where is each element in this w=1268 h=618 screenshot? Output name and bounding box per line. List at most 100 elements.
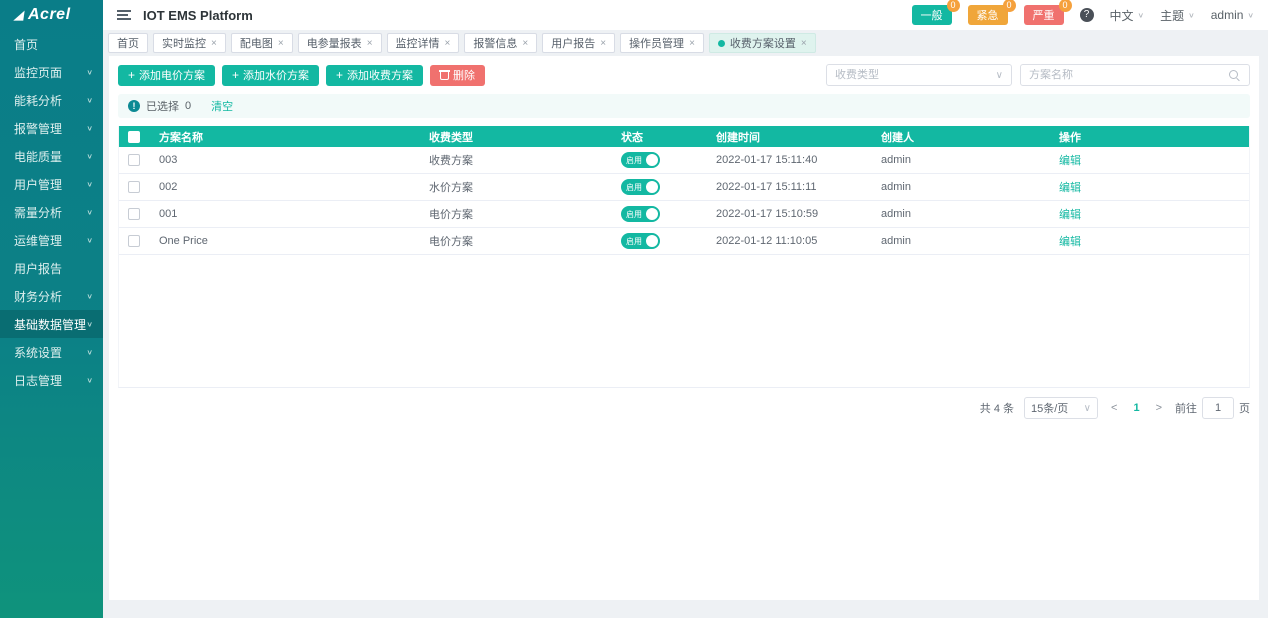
page-title: IOT EMS Platform — [143, 7, 253, 23]
sidebar-item-log-management[interactable]: 日志管理 ∨ — [0, 366, 103, 394]
pagination: 共 4 条 15条/页∨ < 1 > 前往 页 — [118, 397, 1250, 419]
current-page[interactable]: 1 — [1130, 402, 1142, 414]
chevron-down-icon: ∨ — [86, 95, 93, 104]
logo: ◢ Acrel — [0, 0, 103, 30]
plus-icon: + — [232, 68, 240, 82]
table-row: 001 电价方案 启用 2022-01-17 15:10:59 admin 编辑 — [119, 201, 1249, 228]
edit-link[interactable]: 编辑 — [1059, 155, 1081, 167]
charge-type-input[interactable] — [835, 69, 996, 81]
sidebar-item-user-management[interactable]: 用户管理 ∨ — [0, 170, 103, 198]
chevron-down-icon: ∨ — [86, 207, 93, 216]
row-checkbox[interactable] — [128, 235, 140, 247]
sidebar-item-user-report[interactable]: 用户报告 — [0, 254, 103, 282]
logo-text: Acrel — [28, 6, 71, 23]
page-size-select[interactable]: 15条/页 ∨ — [1024, 397, 1098, 419]
created-time: 2022-01-17 15:11:11 — [716, 181, 817, 193]
close-icon[interactable]: × — [689, 38, 695, 49]
sidebar-item-demand-analysis[interactable]: 需量分析 ∨ — [0, 198, 103, 226]
select-all-checkbox[interactable] — [128, 130, 140, 143]
page-suffix: 页 — [1239, 403, 1250, 415]
edit-link[interactable]: 编辑 — [1059, 209, 1081, 221]
info-icon: ! — [128, 100, 140, 112]
language-selector[interactable]: 中文 ∨ — [1110, 7, 1145, 24]
trash-icon — [439, 70, 451, 80]
tab-realtime-monitor[interactable]: 实时监控 × — [153, 33, 226, 53]
scheme-table: 方案名称 收费类型 状态 创建时间 创建人 操作 003 收费方案 启用 202… — [118, 126, 1250, 388]
goto-label: 前往 — [1175, 403, 1197, 415]
chevron-down-icon: ∨ — [86, 291, 93, 300]
column-header-name: 方案名称 — [159, 131, 203, 144]
top-bar: IOT EMS Platform 一般 0 紧急 0 严重 0 ? 中文 ∨ 主题 ∨ a… — [103, 0, 1268, 30]
alarm-badge-general[interactable]: 一般 0 — [911, 0, 960, 25]
acrel-logo-icon: ◢ — [13, 7, 26, 22]
chevron-down-icon: ∨ — [86, 151, 93, 160]
sidebar-item-system-settings[interactable]: 系统设置 ∨ — [0, 338, 103, 366]
tab-home[interactable]: 首页 — [108, 33, 148, 53]
theme-selector[interactable]: 主题 ∨ — [1160, 7, 1195, 24]
chevron-down-icon: ∨ — [1247, 10, 1254, 19]
table-row: One Price 电价方案 启用 2022-01-12 11:10:05 ad… — [119, 228, 1249, 255]
close-icon[interactable]: × — [445, 38, 451, 49]
close-icon[interactable]: × — [211, 38, 217, 49]
alarm-badge-urgent[interactable]: 紧急 0 — [967, 0, 1016, 25]
delete-button[interactable]: 删除 — [430, 64, 486, 86]
status-toggle[interactable]: 启用 — [621, 152, 660, 168]
scheme-name-input[interactable] — [1029, 69, 1227, 81]
status-toggle[interactable]: 启用 — [621, 206, 660, 222]
tab-alarm-info[interactable]: 报警信息 × — [464, 33, 538, 53]
clear-selection-link[interactable]: 清空 — [211, 98, 233, 114]
sidebar-item-energy-analysis[interactable]: 能耗分析 ∨ — [0, 86, 103, 114]
main-area: IOT EMS Platform 一般 0 紧急 0 严重 0 ? 中文 ∨ 主题 ∨ a… — [103, 0, 1268, 618]
sidebar-item-monitor-pages[interactable]: 监控页面 ∨ — [0, 58, 103, 86]
tab-operator-management[interactable]: 操作员管理 × — [620, 33, 704, 53]
row-checkbox[interactable] — [128, 208, 140, 220]
row-checkbox[interactable] — [128, 154, 140, 166]
edit-link[interactable]: 编辑 — [1059, 182, 1081, 194]
charge-type: 水价方案 — [429, 182, 473, 194]
creator: admin — [881, 154, 911, 166]
alarm-count-badge: 0 — [1058, 0, 1072, 12]
chevron-down-icon: ∨ — [86, 347, 93, 356]
created-time: 2022-01-12 11:10:05 — [716, 235, 818, 247]
status-toggle[interactable]: 启用 — [621, 233, 660, 249]
prev-page-button[interactable]: < — [1108, 402, 1120, 414]
charge-type: 电价方案 — [429, 209, 473, 221]
scheme-name: 002 — [159, 181, 178, 193]
sidebar-item-alarm-management[interactable]: 报警管理 ∨ — [0, 114, 103, 142]
sidebar-item-power-quality[interactable]: 电能质量 ∨ — [0, 142, 103, 170]
search-icon[interactable] — [1227, 68, 1241, 82]
tab-monitor-detail[interactable]: 监控详情 × — [386, 33, 460, 53]
sidebar-item-ops-management[interactable]: 运维管理 ∨ — [0, 226, 103, 254]
tab-distribution-diagram[interactable]: 配电图 × — [230, 33, 293, 53]
chevron-down-icon: ∨ — [1137, 10, 1145, 19]
tab-meter-report[interactable]: 电参量报表 × — [297, 33, 382, 53]
close-icon[interactable]: × — [367, 38, 373, 49]
close-icon[interactable]: × — [801, 38, 807, 49]
sidebar-item-financial-analysis[interactable]: 财务分析 ∨ — [0, 282, 103, 310]
row-checkbox[interactable] — [128, 181, 140, 193]
help-icon[interactable]: ? — [1079, 8, 1094, 22]
column-header-status: 状态 — [621, 131, 643, 144]
close-icon[interactable]: × — [278, 38, 284, 49]
selected-count: 0 — [185, 100, 192, 112]
close-icon[interactable]: × — [600, 38, 606, 49]
goto-page-input[interactable] — [1202, 397, 1234, 419]
collapse-menu-icon[interactable] — [117, 10, 131, 20]
add-charging-scheme-button[interactable]: + 添加收费方案 — [326, 64, 424, 86]
close-icon[interactable]: × — [522, 38, 528, 49]
sidebar-item-home[interactable]: 首页 — [0, 30, 103, 58]
tab-user-report[interactable]: 用户报告 × — [542, 33, 616, 53]
sidebar-item-basic-data-management[interactable]: 基础数据管理 ∨ — [0, 310, 103, 338]
edit-link[interactable]: 编辑 — [1059, 236, 1081, 248]
alarm-badge-critical[interactable]: 严重 0 — [1023, 0, 1072, 25]
charge-type-select[interactable]: ∨ — [826, 64, 1012, 86]
next-page-button[interactable]: > — [1153, 402, 1165, 414]
scheme-name: 003 — [159, 154, 178, 166]
user-menu[interactable]: admin ∨ — [1211, 8, 1254, 22]
chevron-down-icon: ∨ — [86, 235, 93, 244]
add-water-price-button[interactable]: + 添加水价方案 — [222, 64, 320, 86]
status-toggle[interactable]: 启用 — [621, 179, 660, 195]
add-electricity-price-button[interactable]: + 添加电价方案 — [118, 64, 216, 86]
tab-charging-scheme-settings[interactable]: 收费方案设置 × — [708, 33, 816, 53]
scheme-name-search[interactable] — [1020, 64, 1250, 86]
